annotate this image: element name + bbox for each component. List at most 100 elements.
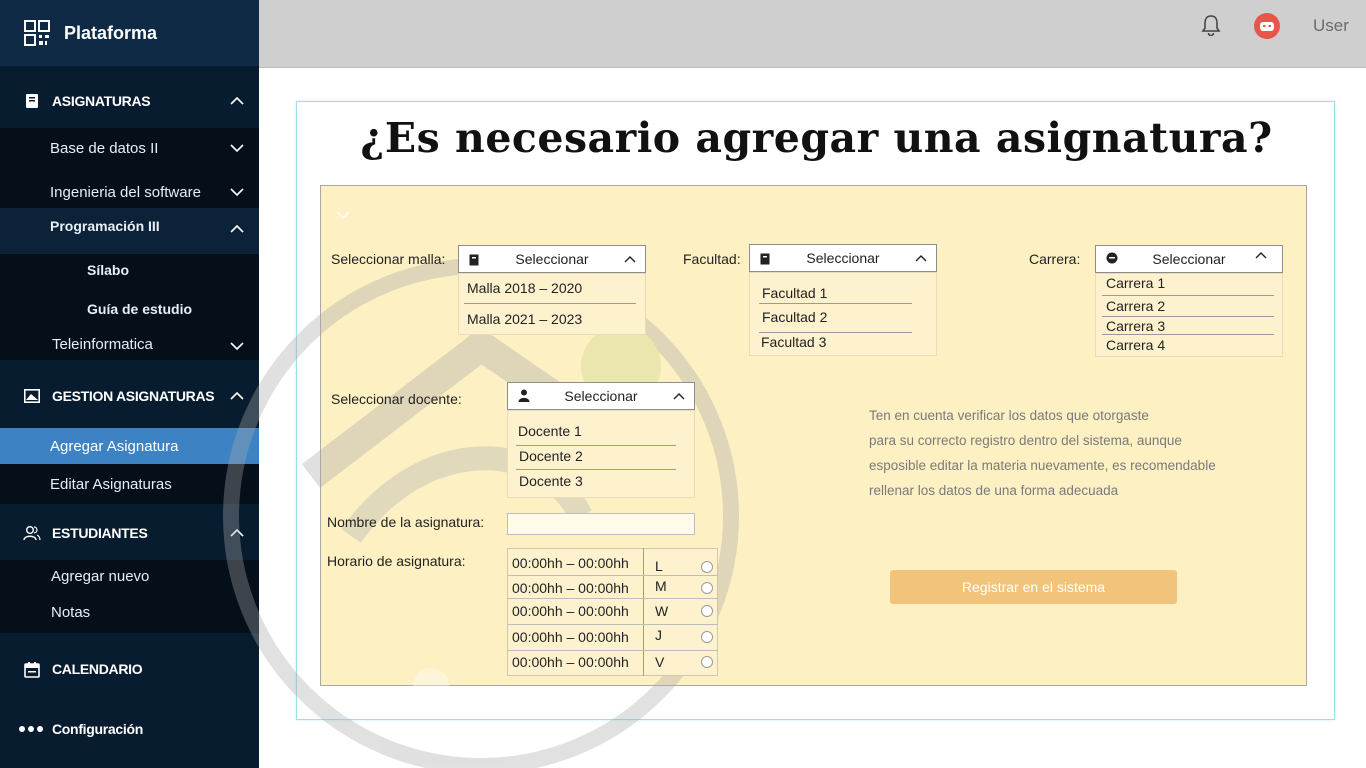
topbar: User xyxy=(259,0,1366,68)
section-asignaturas-label: ASIGNATURAS xyxy=(52,93,151,109)
sidebar-item-label: Programación III xyxy=(50,218,160,234)
schedule-radio[interactable] xyxy=(701,561,713,573)
sidebar-item-label: Base de datos II xyxy=(50,139,159,157)
bell-icon[interactable] xyxy=(1201,14,1221,36)
book-icon xyxy=(469,254,479,266)
user-icon xyxy=(518,389,530,402)
chevron-down-icon[interactable] xyxy=(229,140,245,156)
horario-label: Horario de asignatura: xyxy=(327,553,466,569)
divider xyxy=(507,575,718,576)
section-configuracion-label: Configuración xyxy=(52,721,143,737)
chevron-up-icon[interactable] xyxy=(672,389,686,403)
facultad-option[interactable]: Facultad 3 xyxy=(761,334,826,350)
schedule-time[interactable]: 00:00hh – 00:00hh xyxy=(512,654,629,670)
carrera-option[interactable]: Carrera 4 xyxy=(1106,337,1165,353)
carrera-option[interactable]: Carrera 1 xyxy=(1106,275,1165,291)
section-gestion-label: GESTION ASIGNATURAS xyxy=(52,388,215,404)
book-icon xyxy=(760,253,770,265)
sidebar-item-label: Agregar nuevo xyxy=(51,567,150,585)
schedule-time[interactable]: 00:00hh – 00:00hh xyxy=(512,629,629,645)
divider xyxy=(643,548,644,676)
carrera-option[interactable]: Carrera 3 xyxy=(1106,318,1165,334)
schedule-day: L xyxy=(655,558,663,574)
chevron-up-icon[interactable] xyxy=(623,252,637,266)
info-line: para su correcto registro dentro del sis… xyxy=(869,433,1182,448)
sidebar-item-label: Sílabo xyxy=(87,262,130,278)
qr-code-icon xyxy=(24,20,50,46)
divider xyxy=(759,332,912,333)
chevron-up-icon[interactable] xyxy=(229,93,245,109)
facultad-option[interactable]: Facultad 1 xyxy=(762,285,827,301)
register-button[interactable]: Registrar en el sistema xyxy=(890,570,1177,604)
schedule-day: W xyxy=(655,603,669,619)
schedule-day: J xyxy=(655,627,662,643)
chevron-down-icon[interactable] xyxy=(229,184,245,200)
sidebar-item-ingenieria[interactable]: Ingenieria del software xyxy=(0,178,259,206)
divider xyxy=(507,650,718,651)
user-name[interactable]: User xyxy=(1313,16,1349,36)
page-title: ¿Es necesario agregar una asignatura? xyxy=(360,114,1273,162)
divider xyxy=(507,598,718,599)
sidebar-item-base-de-datos[interactable]: Base de datos II xyxy=(0,134,259,162)
malla-label: Seleccionar malla: xyxy=(331,251,446,267)
sidebar-item-label: Ingenieria del software xyxy=(50,183,201,201)
robot-face-icon xyxy=(1260,22,1274,31)
info-line: rellenar los datos de una forma adecuada xyxy=(869,483,1119,498)
docente-select-value: Seleccionar xyxy=(564,388,638,404)
schedule-time[interactable]: 00:00hh – 00:00hh xyxy=(512,603,629,619)
docente-option[interactable]: Docente 3 xyxy=(519,473,583,489)
chevron-down-icon[interactable] xyxy=(335,210,351,220)
malla-option[interactable]: Malla 2021 – 2023 xyxy=(467,311,582,327)
section-calendario-label: CALENDARIO xyxy=(52,661,143,677)
avatar[interactable] xyxy=(1254,13,1280,39)
schedule-day: V xyxy=(655,654,665,670)
sidebar-item-label: Editar Asignaturas xyxy=(50,475,172,493)
schedule-radio[interactable] xyxy=(701,631,713,643)
divider xyxy=(759,303,912,304)
divider xyxy=(464,303,636,304)
schedule-time[interactable]: 00:00hh – 00:00hh xyxy=(512,580,629,596)
chevron-up-icon[interactable] xyxy=(914,251,928,265)
sidebar-item-label: Teleinformatica xyxy=(52,335,153,353)
docente-select[interactable]: Seleccionar xyxy=(507,382,695,410)
section-estudiantes-label: ESTUDIANTES xyxy=(52,525,148,541)
sidebar-item-label: Guía de estudio xyxy=(87,301,193,317)
more-dots-icon xyxy=(18,725,44,733)
brand[interactable]: Plataforma xyxy=(0,0,259,66)
divider xyxy=(1102,316,1274,317)
facultad-select[interactable]: Seleccionar xyxy=(749,244,937,272)
schedule-radio[interactable] xyxy=(701,605,713,617)
malla-select[interactable]: Seleccionar xyxy=(458,245,646,273)
docente-option[interactable]: Docente 2 xyxy=(519,448,583,464)
carrera-select[interactable]: Seleccionar xyxy=(1095,245,1283,273)
carrera-label: Carrera: xyxy=(1029,251,1081,267)
docente-label: Seleccionar docente: xyxy=(331,391,462,407)
section-asignaturas[interactable]: ASIGNATURAS xyxy=(0,72,259,130)
divider xyxy=(1102,295,1274,296)
facultad-select-value: Seleccionar xyxy=(806,250,880,266)
divider xyxy=(1102,334,1274,335)
nombre-label: Nombre de la asignatura: xyxy=(327,514,485,530)
info-line: esposible editar la materia nuevamente, … xyxy=(869,458,1216,473)
edit-image-icon xyxy=(22,389,42,403)
calendar-icon xyxy=(22,661,42,678)
facultad-option[interactable]: Facultad 2 xyxy=(762,309,827,325)
chevron-up-icon[interactable] xyxy=(1254,248,1268,262)
sidebar-item-label: Agregar Asignatura xyxy=(50,437,179,455)
info-text: Ten en cuenta verificar los datos que ot… xyxy=(869,403,1289,503)
schedule-radio[interactable] xyxy=(701,656,713,668)
carrera-option[interactable]: Carrera 2 xyxy=(1106,298,1165,314)
users-icon xyxy=(22,525,42,541)
schedule-time[interactable]: 00:00hh – 00:00hh xyxy=(512,555,629,571)
divider xyxy=(507,624,718,625)
info-line: Ten en cuenta verificar los datos que ot… xyxy=(869,408,1149,423)
malla-option[interactable]: Malla 2018 – 2020 xyxy=(467,280,582,296)
schedule-radio[interactable] xyxy=(701,582,713,594)
schedule-day: M xyxy=(655,578,667,594)
docente-option[interactable]: Docente 1 xyxy=(518,423,582,439)
nombre-asignatura-input[interactable] xyxy=(507,513,695,535)
malla-select-value: Seleccionar xyxy=(515,251,589,267)
brand-name: Plataforma xyxy=(64,22,158,43)
divider xyxy=(516,469,676,470)
divider xyxy=(516,445,676,446)
